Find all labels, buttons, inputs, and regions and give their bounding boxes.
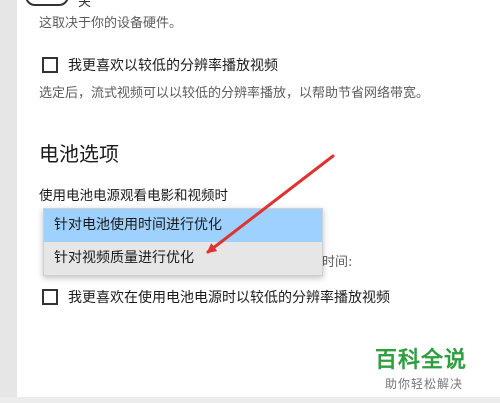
low-res-video-option[interactable]: 我更喜欢以较低的分辨率播放视频 [42, 55, 278, 75]
low-res-video-checkbox[interactable] [42, 57, 58, 73]
battery-low-res-checkbox[interactable] [42, 289, 58, 305]
battery-low-res-option[interactable]: 我更喜欢在使用电池电源时以较低的分辨率播放视频 [42, 287, 390, 307]
battery-low-res-label: 我更喜欢在使用电池电源时以较低的分辨率播放视频 [68, 290, 390, 306]
obscured-text-suffix: 时间: [322, 255, 353, 270]
toggle-switch[interactable] [25, 0, 69, 6]
battery-dropdown-label: 使用电池电源观看电影和视频时 [39, 188, 228, 204]
watermark-subtitle: 助你轻松解决 [385, 377, 464, 391]
option-optimize-video-quality[interactable]: 针对视频质量进行优化 [44, 242, 322, 275]
bottom-edge [0, 397, 500, 403]
low-res-video-description: 选定后，流式视频可以以较低的分辨率播放，以帮助节省网络带宽。 [39, 86, 430, 101]
hardware-note: 这取决于你的设备硬件。 [39, 16, 183, 31]
watermark-title: 百科全说 [375, 348, 468, 373]
toggle-state-label: 关 [78, 0, 92, 10]
battery-section-title: 电池选项 [39, 142, 119, 166]
left-rail [0, 0, 17, 403]
option-optimize-battery[interactable]: 针对电池使用时间进行优化 [44, 209, 322, 242]
battery-playback-dropdown[interactable]: 针对电池使用时间进行优化 针对视频质量进行优化 [43, 208, 323, 276]
low-res-video-label: 我更喜欢以较低的分辨率播放视频 [68, 58, 278, 74]
